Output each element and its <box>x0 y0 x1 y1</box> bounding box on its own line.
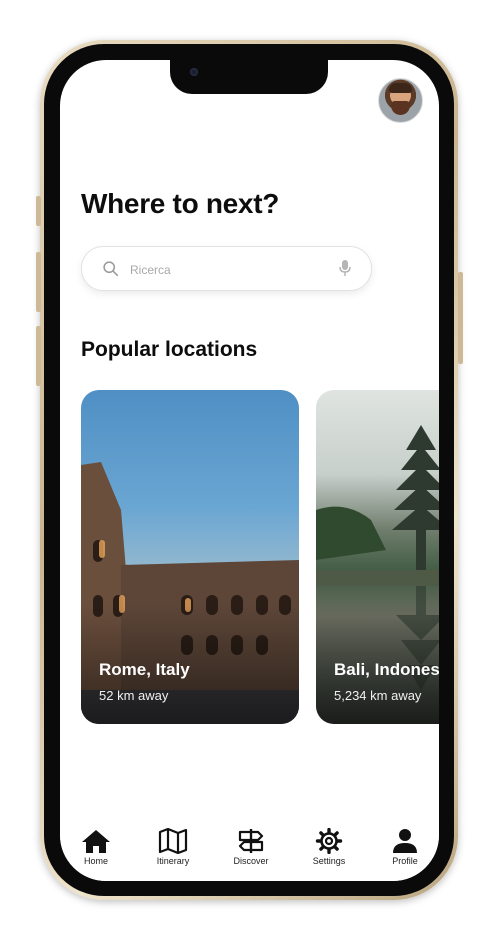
signpost-icon <box>238 829 264 853</box>
location-card-rome[interactable]: Rome, Italy 52 km away <box>81 390 299 724</box>
tab-settings[interactable]: Settings <box>294 828 364 866</box>
tab-label: Itinerary <box>156 856 190 866</box>
gear-icon <box>315 828 343 854</box>
location-distance: 5,234 km away <box>334 688 422 703</box>
location-name: Rome, Italy <box>99 660 190 679</box>
avatar-beard <box>391 101 410 115</box>
front-camera <box>190 68 198 76</box>
search-input[interactable] <box>128 259 332 281</box>
notch <box>170 60 328 94</box>
tab-label: Home <box>83 856 108 866</box>
avatar[interactable] <box>378 78 423 123</box>
search-bar[interactable] <box>81 246 372 291</box>
microphone-icon[interactable] <box>338 259 352 277</box>
search-icon <box>103 261 119 277</box>
volume-down-button <box>36 326 41 386</box>
volume-up-button <box>36 252 41 312</box>
location-distance: 52 km away <box>99 688 169 703</box>
app-screen: Where to next? Popular locations <box>60 60 439 881</box>
person-icon <box>393 829 417 853</box>
tab-discover[interactable]: Discover <box>216 828 286 866</box>
avatar-hair <box>389 83 412 93</box>
home-icon <box>82 830 110 853</box>
tab-home[interactable]: Home <box>61 828 131 866</box>
mute-switch <box>36 196 41 226</box>
tab-profile[interactable]: Profile <box>370 828 439 866</box>
tab-label: Profile <box>392 856 418 866</box>
tab-label: Settings <box>312 856 346 866</box>
location-card-bali[interactable]: Bali, Indonesia 5,234 km away <box>316 390 439 724</box>
tab-bar: Home Itinerary Discover Settings Profile <box>60 820 439 881</box>
power-button <box>458 272 463 364</box>
tab-itinerary[interactable]: Itinerary <box>138 828 208 866</box>
tab-label: Discover <box>233 856 269 866</box>
section-title: Popular locations <box>81 338 258 361</box>
page-title: Where to next? <box>81 188 280 219</box>
map-icon <box>158 828 188 854</box>
location-name: Bali, Indonesia <box>334 660 439 679</box>
